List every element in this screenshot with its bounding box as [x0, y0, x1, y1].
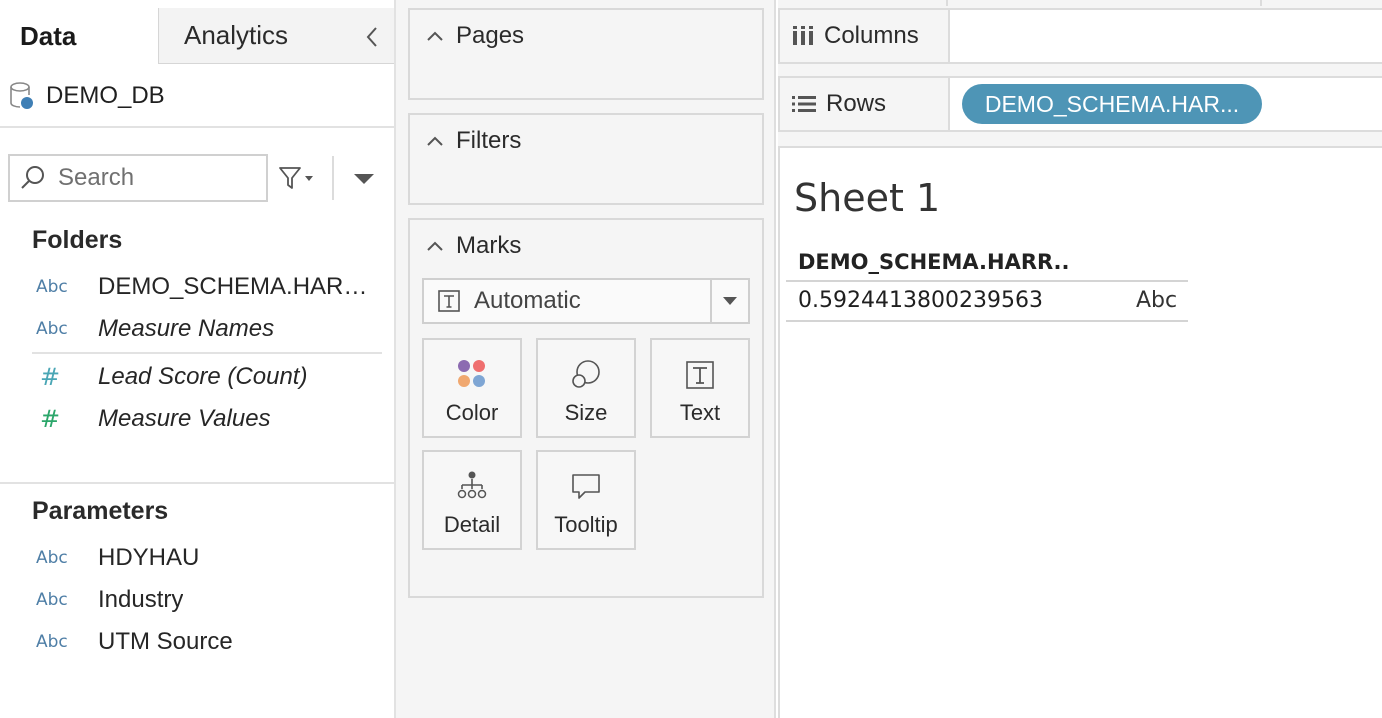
- field-name: Measure Names: [98, 315, 275, 342]
- parameter-item[interactable]: Abc HDYHAU: [36, 538, 382, 578]
- column-header[interactable]: DEMO_SCHEMA.HARR..: [798, 250, 1070, 274]
- string-type-icon: Abc: [36, 590, 68, 610]
- detail-label: Detail: [443, 512, 501, 537]
- worksheet-area: Columns Rows DEMO_SCHEMA.HAR... Sheet 1 …: [778, 0, 1382, 718]
- table-divider: [786, 280, 1188, 282]
- table-cell-value[interactable]: 0.5924413800239563: [798, 288, 1043, 313]
- field-name: Measure Values: [98, 405, 271, 432]
- field-item[interactable]: # Measure Values: [36, 399, 382, 439]
- folders-title: Folders: [32, 226, 123, 254]
- string-type-icon: Abc: [36, 319, 68, 339]
- rows-shelf-label: Rows: [780, 78, 950, 130]
- parameters-title: Parameters: [32, 497, 169, 525]
- detail-button[interactable]: Detail: [422, 450, 522, 550]
- dropdown-arrow[interactable]: [710, 280, 748, 322]
- filter-button[interactable]: [278, 162, 322, 194]
- divider: [1260, 0, 1262, 6]
- color-label: Color: [445, 400, 499, 425]
- divider: [32, 352, 382, 354]
- tab-data-label: Data: [20, 20, 77, 51]
- size-label: Size: [564, 400, 608, 425]
- field-item[interactable]: Abc DEMO_SCHEMA.HARR...: [36, 267, 382, 307]
- field-item[interactable]: Abc Measure Names: [36, 309, 382, 349]
- datasource-name: DEMO_DB: [46, 82, 165, 109]
- parameter-name: Industry: [98, 586, 184, 613]
- tooltip-icon: [538, 452, 634, 506]
- parameter-name: UTM Source: [98, 628, 233, 655]
- search-row: [8, 154, 388, 202]
- sheet-title[interactable]: Sheet 1: [794, 176, 940, 220]
- divider: [332, 156, 334, 200]
- string-type-icon: Abc: [36, 277, 68, 297]
- detail-icon: [424, 452, 520, 506]
- size-button[interactable]: Size: [536, 338, 636, 438]
- columns-shelf: Columns: [778, 8, 1382, 64]
- table-divider: [786, 320, 1188, 322]
- measure-type-icon: #: [40, 405, 61, 433]
- search-field[interactable]: [8, 154, 268, 202]
- text-icon: [652, 340, 748, 394]
- tooltip-label: Tooltip: [554, 512, 618, 537]
- search-icon: [21, 166, 44, 189]
- cards-pane: Pages Filters Marks Automatic Color Size…: [396, 0, 776, 718]
- parameter-item[interactable]: Abc Industry: [36, 580, 382, 620]
- columns-drop-area[interactable]: [950, 10, 1382, 62]
- pages-card-title[interactable]: Pages: [426, 22, 524, 50]
- filters-card-title[interactable]: Filters: [426, 127, 521, 155]
- divider: [946, 0, 948, 6]
- collapse-pane-icon[interactable]: [364, 25, 380, 49]
- chevron-up-icon[interactable]: [426, 240, 444, 252]
- marks-card: Marks Automatic Color Size Text Detail T…: [408, 218, 764, 598]
- field-item[interactable]: # Lead Score (Count): [36, 357, 382, 397]
- search-input[interactable]: [58, 164, 248, 192]
- columns-shelf-label: Columns: [780, 10, 950, 62]
- tab-data[interactable]: Data: [0, 8, 158, 64]
- data-pane: Data Analytics DEMO_DB Search Folders Ab…: [0, 0, 396, 718]
- mark-type-dropdown[interactable]: Automatic: [422, 278, 750, 324]
- pane-tabs: Data Analytics: [0, 8, 394, 64]
- tooltip-button[interactable]: Tooltip: [536, 450, 636, 550]
- string-type-icon: Abc: [36, 548, 68, 568]
- size-icon: [538, 340, 634, 394]
- parameter-name: HDYHAU: [98, 544, 200, 571]
- text-button[interactable]: Text: [650, 338, 750, 438]
- divider: [0, 482, 394, 484]
- divider: [0, 126, 394, 128]
- marks-label: Marks: [456, 232, 522, 259]
- chevron-down-icon: [723, 297, 737, 305]
- chevron-up-icon[interactable]: [426, 135, 444, 147]
- measure-type-icon: #: [40, 363, 61, 391]
- filters-card[interactable]: Filters: [408, 113, 764, 205]
- columns-icon: [793, 26, 813, 45]
- database-icon: [10, 82, 33, 109]
- string-type-icon: Abc: [36, 632, 68, 652]
- tab-analytics[interactable]: Analytics: [158, 8, 394, 64]
- filters-label: Filters: [456, 127, 522, 154]
- chevron-down-icon[interactable]: [350, 166, 378, 190]
- rows-label: Rows: [826, 90, 887, 117]
- columns-label: Columns: [824, 22, 919, 49]
- datasource-item[interactable]: DEMO_DB: [8, 78, 165, 114]
- sheet-view: Sheet 1 DEMO_SCHEMA.HARR.. 0.59244138002…: [778, 146, 1382, 718]
- marks-card-title[interactable]: Marks: [426, 232, 521, 260]
- pages-card[interactable]: Pages: [408, 8, 764, 100]
- table-cell-mark[interactable]: Abc: [1136, 288, 1177, 313]
- parameter-item[interactable]: Abc UTM Source: [36, 622, 382, 662]
- pages-label: Pages: [456, 22, 525, 49]
- tab-analytics-label: Analytics: [184, 20, 289, 50]
- chevron-up-icon[interactable]: [426, 30, 444, 42]
- text-label: Text: [679, 400, 721, 425]
- filter-funnel-icon: [279, 167, 313, 189]
- rows-shelf: Rows DEMO_SCHEMA.HAR...: [778, 76, 1382, 132]
- rows-icon: [792, 96, 816, 112]
- field-name: DEMO_SCHEMA.HARR...: [98, 273, 378, 300]
- field-name: Lead Score (Count): [98, 363, 308, 390]
- color-icon: [424, 340, 520, 394]
- text-mark-icon: [438, 290, 460, 312]
- color-button[interactable]: Color: [422, 338, 522, 438]
- mark-type-value: Automatic: [474, 287, 581, 314]
- rows-field-pill[interactable]: DEMO_SCHEMA.HAR...: [962, 84, 1262, 124]
